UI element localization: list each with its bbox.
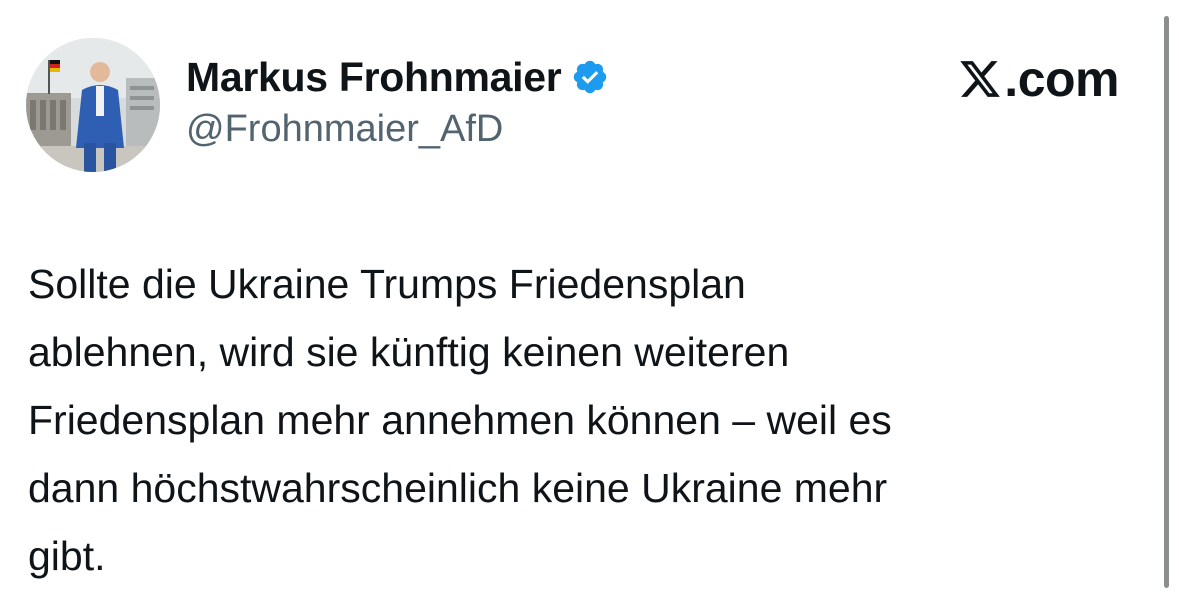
verified-badge-icon bbox=[574, 60, 607, 94]
tweet-text: Sollte die Ukraine Trumps Friedensplan a… bbox=[28, 261, 892, 579]
display-name[interactable]: Markus Frohnmaier bbox=[186, 54, 562, 101]
avatar[interactable] bbox=[26, 38, 160, 172]
x-logo-icon bbox=[960, 61, 1001, 97]
brand-domain: .com bbox=[1004, 51, 1119, 107]
scrollbar[interactable] bbox=[1164, 16, 1169, 588]
brand-logo: .com bbox=[958, 51, 1119, 107]
author-handle[interactable]: @Frohnmaier_AfD bbox=[186, 108, 503, 151]
author-name-row: Markus Frohnmaier bbox=[186, 52, 609, 102]
profile-photo-icon bbox=[26, 38, 160, 172]
